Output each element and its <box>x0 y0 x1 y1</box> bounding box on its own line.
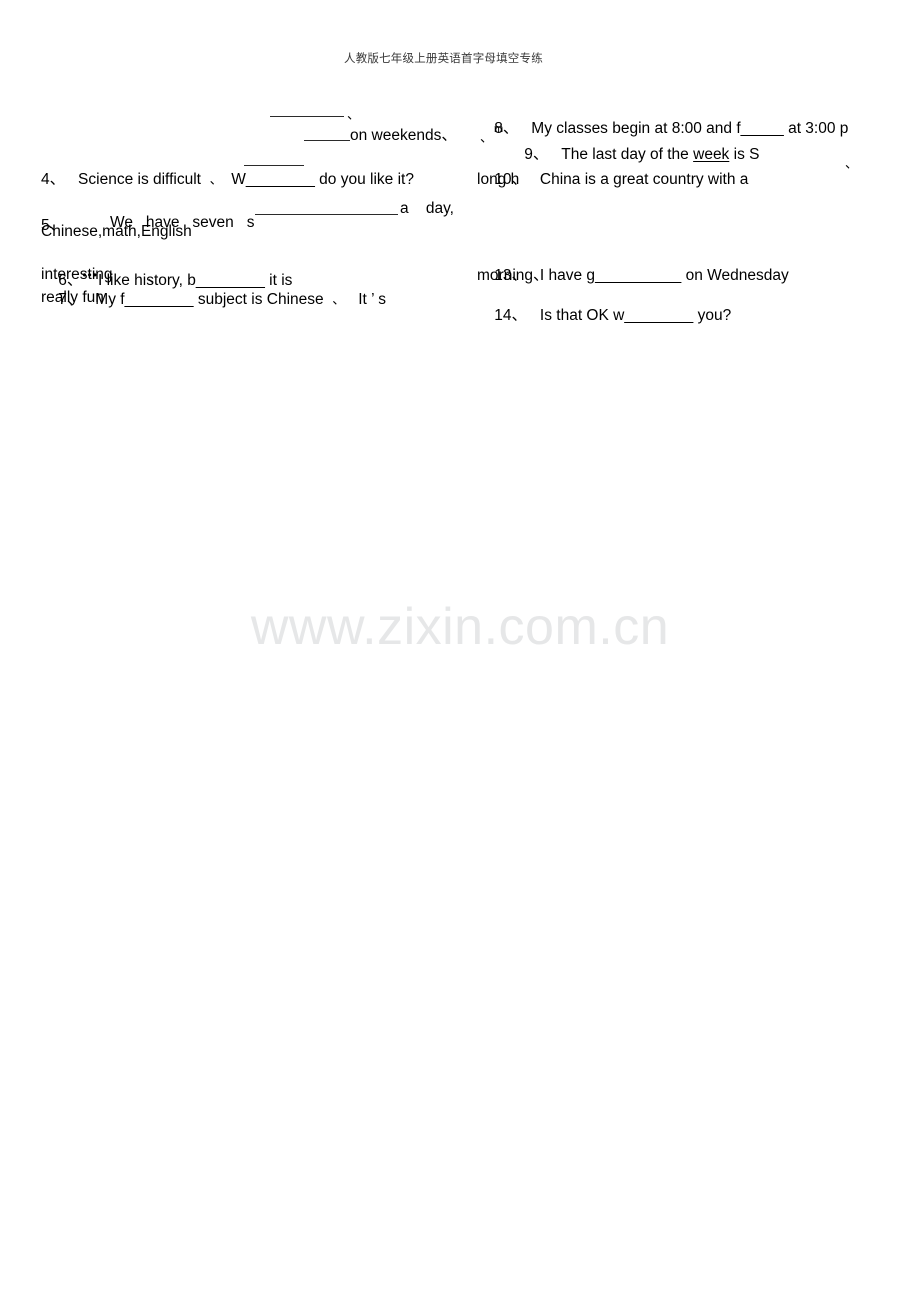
fragment-really-fun: really fun <box>41 289 104 306</box>
item-4-prompt-letter: W <box>231 171 246 188</box>
item-4-text-after: do you like it? <box>319 171 414 188</box>
item-13-blank[interactable]: __________ <box>595 267 681 284</box>
document-page: 人教版七年级上册英语首字母填空专练 、 on weekends、 、 m 4、 … <box>0 0 920 1302</box>
fragment-on-weekends: on weekends、 <box>350 127 457 144</box>
item-7-gap4 <box>345 291 358 308</box>
orphan-blank-rule-2 <box>304 140 350 141</box>
item-14-blank[interactable]: ________ <box>624 307 693 324</box>
item-4-gap3 <box>223 171 232 188</box>
item-4-blank[interactable]: ________ <box>246 171 315 188</box>
item-7-punct: 、 <box>332 292 346 307</box>
item-7-gap3 <box>324 291 333 308</box>
item-5-continuation: Chinese,math,English <box>41 223 192 240</box>
fragment-punct-right: 、 <box>845 156 859 171</box>
item-8-text-after: at 3:00 p <box>788 120 849 137</box>
item-4-number: 4、 <box>41 171 66 188</box>
item-4-text-before: Science is difficult <box>78 171 201 188</box>
item-4-gap <box>65 171 78 188</box>
question-item-14: 14、 Is that OK w________ you? <box>477 287 731 344</box>
orphan-blank-rule-1 <box>270 116 344 117</box>
item-13-text-after-short: on Wednesday <box>685 267 789 284</box>
fragment-a-day: a day, <box>400 200 454 217</box>
item-7-blank[interactable]: ________ <box>125 291 194 308</box>
item-4-gap2 <box>201 171 210 188</box>
item-14-text-after: you? <box>697 307 732 324</box>
orphan-blank-rule-3 <box>244 165 304 166</box>
fragment-punct-top: 、 <box>347 107 361 122</box>
item-10-gap <box>527 171 540 188</box>
document-header-title: 人教版七年级上册英语首字母填空专练 <box>344 53 543 65</box>
item-4-punct: 、 <box>209 172 223 187</box>
item-7-tail-short: It ’ s <box>358 291 387 308</box>
fragment-punct-item7: 、 <box>148 270 162 285</box>
item-14-text-before: Is that OK w <box>539 307 625 324</box>
question-item-4: 4、 Science is difficult 、 W________ do y… <box>41 170 441 189</box>
orphan-blank-rule-4 <box>255 214 398 215</box>
watermark: www.zixin.com.cn <box>250 598 670 656</box>
fragment-long-h: long h <box>477 171 520 188</box>
item-14-gap <box>527 307 540 324</box>
fragment-morning: morning、 <box>477 267 549 284</box>
item-10-text-short: China is a great country with a <box>539 171 749 188</box>
item-14-number: 14、 <box>494 307 527 324</box>
item-7-text-after: subject is Chinese <box>197 291 324 308</box>
